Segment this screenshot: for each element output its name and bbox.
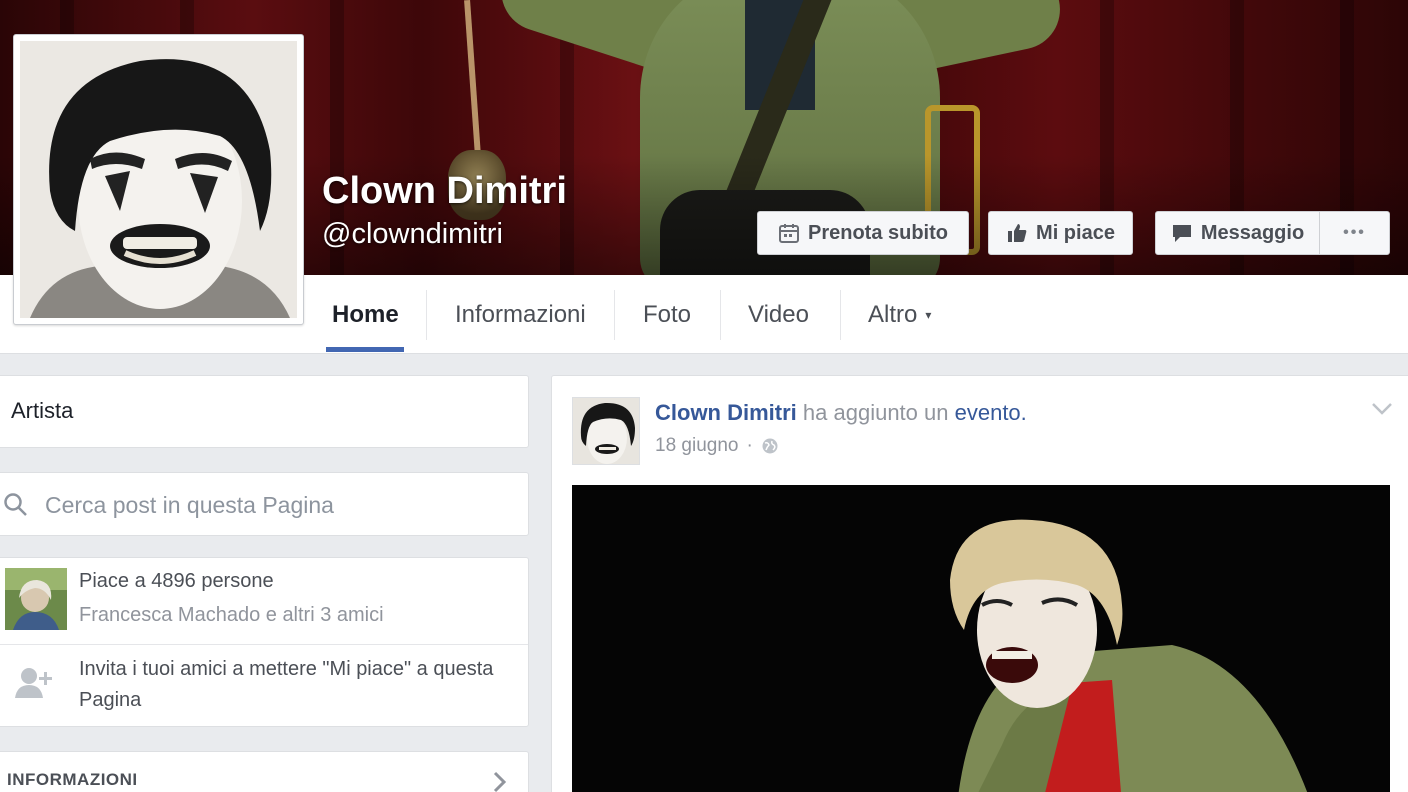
active-tab-indicator bbox=[326, 347, 404, 352]
tab-altro[interactable]: Altro ▾ bbox=[868, 275, 931, 354]
post-meta: 18 giugno · bbox=[655, 435, 779, 457]
post-photo-image bbox=[572, 485, 1390, 792]
calendar-icon bbox=[778, 224, 799, 243]
add-friend-icon bbox=[15, 668, 52, 698]
page-handle[interactable]: @clowndimitri bbox=[322, 218, 503, 251]
page-category[interactable]: Artista bbox=[11, 398, 73, 424]
chevron-down-icon[interactable] bbox=[1371, 402, 1393, 416]
more-options-button[interactable]: ••• bbox=[1319, 211, 1390, 255]
post-author-link[interactable]: Clown Dimitri bbox=[655, 400, 797, 425]
post-header: Clown Dimitri ha aggiunto un evento. bbox=[655, 400, 1027, 426]
tab-foto[interactable]: Foto bbox=[643, 275, 691, 354]
message-label: Messaggio bbox=[1200, 221, 1305, 244]
friends-like-text[interactable]: Francesca Machado e altri 3 amici bbox=[79, 604, 384, 627]
book-now-button[interactable]: Prenota subito bbox=[757, 211, 969, 255]
post-photo[interactable] bbox=[572, 485, 1390, 792]
thumbs-up-icon bbox=[1008, 224, 1027, 242]
book-now-label: Prenota subito bbox=[807, 221, 948, 244]
profile-photo bbox=[20, 41, 297, 318]
info-section-title: INFORMAZIONI bbox=[7, 770, 138, 789]
like-button[interactable]: Mi piace bbox=[988, 211, 1133, 255]
post-date[interactable]: 18 giugno bbox=[655, 435, 738, 457]
search-card bbox=[0, 472, 529, 536]
chevron-right-icon bbox=[493, 771, 507, 792]
tab-altro-label: Altro bbox=[868, 300, 918, 328]
more-options-label: ••• bbox=[1343, 224, 1366, 241]
info-card[interactable]: INFORMAZIONI bbox=[0, 751, 529, 792]
tab-video[interactable]: Video bbox=[748, 275, 809, 354]
invite-friends-link[interactable]: Invita i tuoi amici a mettere "Mi piace"… bbox=[79, 654, 499, 716]
speech-bubble-icon bbox=[1172, 225, 1191, 242]
page-title[interactable]: Clown Dimitri bbox=[322, 170, 567, 213]
likes-count[interactable]: Piace a 4896 persone bbox=[79, 570, 274, 593]
message-button[interactable]: Messaggio bbox=[1155, 211, 1320, 255]
post-author-avatar[interactable] bbox=[572, 397, 640, 465]
profile-picture[interactable] bbox=[13, 34, 304, 325]
globe-icon bbox=[762, 438, 778, 454]
category-card: Artista bbox=[0, 375, 529, 448]
dropdown-caret-icon: ▾ bbox=[925, 307, 932, 322]
tab-home[interactable]: Home bbox=[332, 275, 399, 354]
friend-avatar[interactable] bbox=[5, 568, 67, 630]
search-icon bbox=[4, 493, 27, 516]
post-action-text: ha aggiunto un bbox=[802, 400, 949, 425]
search-posts-input[interactable] bbox=[45, 487, 505, 523]
like-label: Mi piace bbox=[1036, 221, 1115, 244]
tab-informazioni[interactable]: Informazioni bbox=[455, 275, 586, 354]
likes-card: Piace a 4896 persone Francesca Machado e… bbox=[0, 557, 529, 727]
post-event-link[interactable]: evento. bbox=[955, 400, 1027, 425]
meta-separator: · bbox=[746, 435, 753, 456]
